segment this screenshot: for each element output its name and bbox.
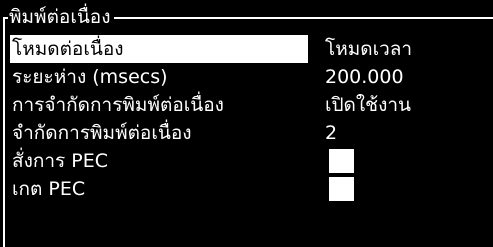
print-limit-mode-row[interactable]: การจำกัดการพิมพ์ต่อเนื่อง เปิดใช้งาน — [12, 91, 488, 119]
print-limit-count-label: จำกัดการพิมพ์ต่อเนื่อง — [12, 122, 192, 144]
pec-gate-row[interactable]: เกต PEC — [12, 175, 488, 203]
pec-gate-label: เกต PEC — [12, 178, 86, 200]
group-title: พิมพ์ต่อเนื่อง — [8, 4, 114, 30]
continuous-mode-label: โหมดต่อเนื่อง — [10, 35, 308, 63]
print-limit-mode-label: การจำกัดการพิมพ์ต่อเนื่อง — [12, 94, 224, 116]
interval-value[interactable]: 200.000 — [325, 63, 404, 91]
continuous-print-screen: พิมพ์ต่อเนื่อง โหมดต่อเนื่อง โหมดเวลา ระ… — [0, 0, 493, 247]
pec-gate-checkbox[interactable] — [329, 177, 354, 201]
interval-row[interactable]: ระยะห่าง (msecs) 200.000 — [12, 63, 488, 91]
print-limit-mode-value[interactable]: เปิดใช้งาน — [325, 91, 411, 119]
group-frame-left-border — [3, 17, 5, 247]
print-limit-count-value[interactable]: 2 — [325, 119, 337, 147]
continuous-mode-value[interactable]: โหมดเวลา — [325, 35, 412, 63]
interval-label: ระยะห่าง (msecs) — [12, 66, 168, 88]
print-limit-count-row[interactable]: จำกัดการพิมพ์ต่อเนื่อง 2 — [12, 119, 488, 147]
pec-trigger-label: สั่งการ PEC — [12, 150, 109, 172]
pec-trigger-checkbox[interactable] — [329, 149, 354, 173]
continuous-mode-row[interactable]: โหมดต่อเนื่อง โหมดเวลา — [10, 35, 488, 63]
pec-trigger-row[interactable]: สั่งการ PEC — [12, 147, 488, 175]
